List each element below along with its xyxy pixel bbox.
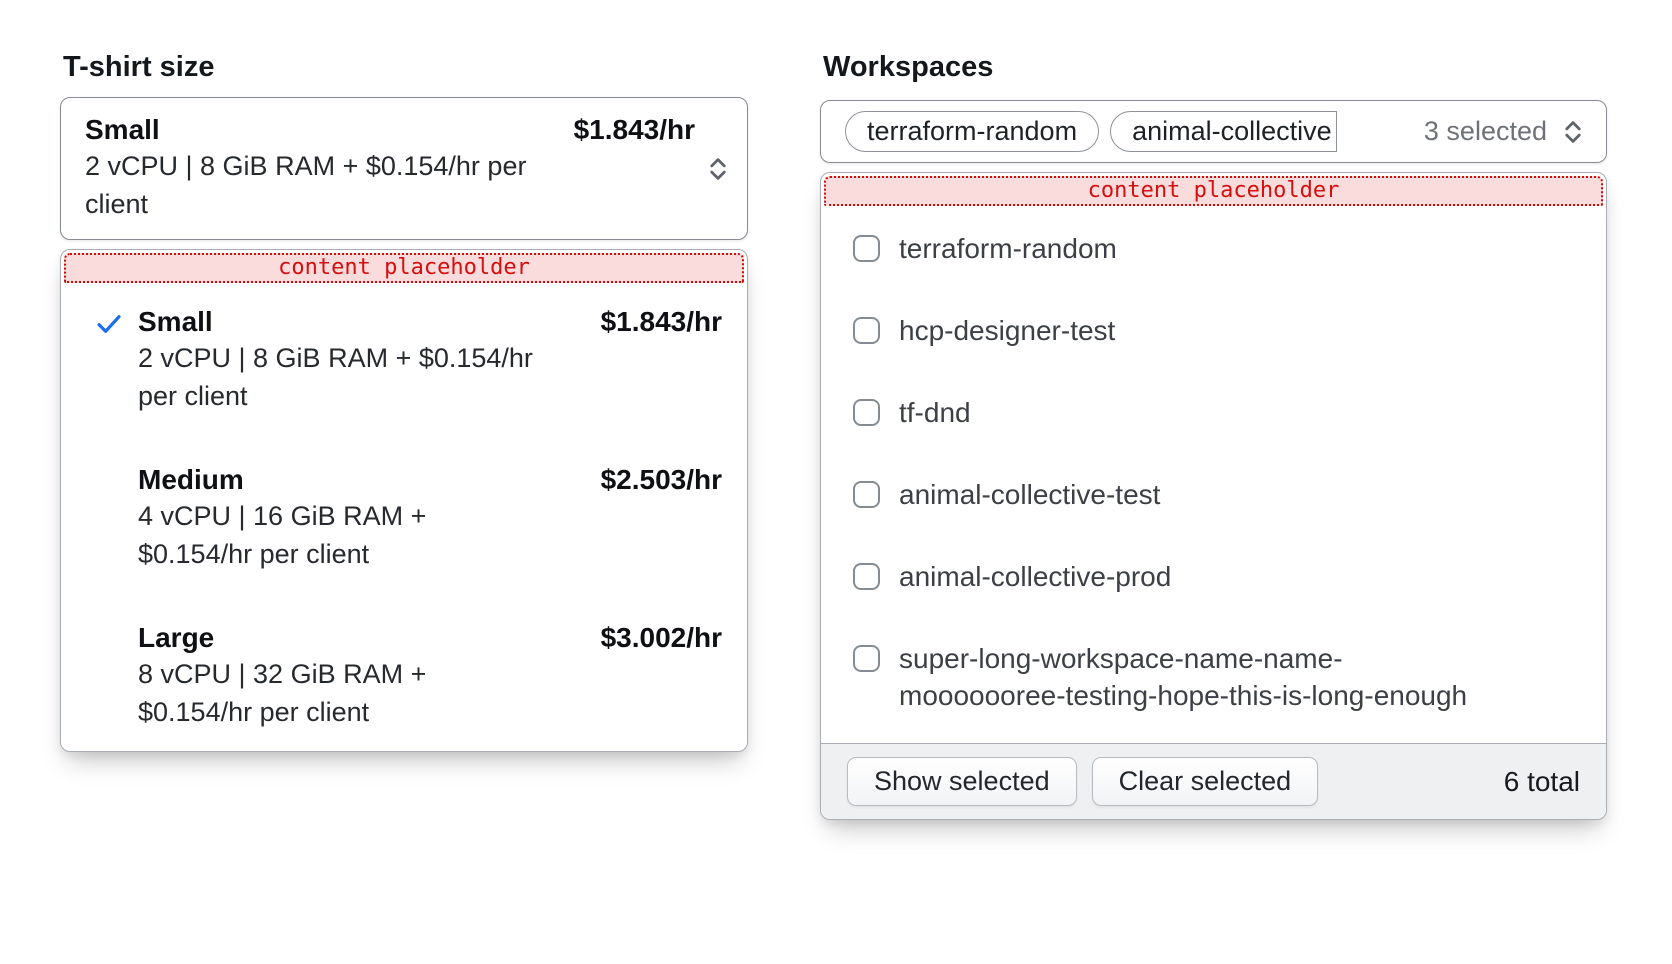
selected-size-title: Small (85, 113, 160, 147)
workspace-name: tf-dnd (899, 394, 971, 431)
option-description: 2 vCPU | 8 GiB RAM + $0.154/hr per clien… (138, 339, 538, 415)
size-options: Small $1.843/hr 2 vCPU | 8 GiB RAM + $0.… (61, 283, 747, 731)
workspace-name: animal-collective-test (899, 476, 1160, 513)
workspace-option-tf-dnd[interactable]: tf-dnd (853, 394, 1578, 431)
option-title: Small (138, 305, 213, 339)
size-option-medium[interactable]: Medium $2.503/hr 4 vCPU | 16 GiB RAM + $… (93, 463, 722, 573)
size-option-small[interactable]: Small $1.843/hr 2 vCPU | 8 GiB RAM + $0.… (93, 305, 722, 415)
tshirt-size-section: T-shirt size Small $1.843/hr 2 vCPU | 8 … (60, 50, 748, 752)
workspaces-footer: Show selected Clear selected 6 total (821, 743, 1606, 819)
caret-sort-icon (1558, 117, 1588, 147)
total-count: 6 total (1504, 766, 1580, 798)
option-price: $3.002/hr (601, 621, 722, 655)
workspaces-listbox: content placeholder terraform-random hcp… (820, 172, 1607, 820)
selected-count: 3 selected (1424, 116, 1547, 147)
option-body: Small $1.843/hr 2 vCPU | 8 GiB RAM + $0.… (138, 305, 722, 415)
workspace-option-hcp-designer-test[interactable]: hcp-designer-test (853, 312, 1578, 349)
checkbox[interactable] (853, 317, 880, 344)
checkbox[interactable] (853, 481, 880, 508)
option-price: $1.843/hr (601, 305, 722, 339)
option-description: 8 vCPU | 32 GiB RAM + $0.154/hr per clie… (138, 655, 538, 731)
content-placeholder-banner: content placeholder (64, 253, 744, 283)
workspaces-section: Workspaces terraform-random animal-colle… (820, 50, 1607, 820)
tshirt-size-select-trigger[interactable]: Small $1.843/hr 2 vCPU | 8 GiB RAM + $0.… (60, 97, 748, 240)
workspace-option-animal-collective-prod[interactable]: animal-collective-prod (853, 558, 1578, 595)
option-price: $2.503/hr (601, 463, 722, 497)
selected-size-row: Small $1.843/hr (85, 113, 695, 147)
workspace-name: terraform-random (899, 230, 1117, 267)
check-spacer (93, 621, 138, 731)
workspace-name: hcp-designer-test (899, 312, 1115, 349)
selected-size-description: 2 vCPU | 8 GiB RAM + $0.154/hr per clien… (85, 147, 540, 223)
check-icon (93, 305, 138, 415)
option-description: 4 vCPU | 16 GiB RAM + $0.154/hr per clie… (138, 497, 538, 573)
workspace-name: animal-collective-prod (899, 558, 1171, 595)
option-body: Medium $2.503/hr 4 vCPU | 16 GiB RAM + $… (138, 463, 722, 573)
workspace-name: super-long-workspace-name-name- moooooor… (899, 640, 1467, 714)
checkbox[interactable] (853, 235, 880, 262)
checkbox[interactable] (853, 563, 880, 590)
option-title: Medium (138, 463, 244, 497)
workspace-option-super-long-workspace[interactable]: super-long-workspace-name-name- moooooor… (853, 640, 1578, 714)
tag-terraform-random[interactable]: terraform-random (845, 111, 1099, 152)
workspaces-label: Workspaces (823, 50, 1607, 84)
show-selected-button[interactable]: Show selected (847, 757, 1077, 806)
workspace-options: terraform-random hcp-designer-test tf-dn… (821, 206, 1606, 714)
workspaces-select-trigger[interactable]: terraform-random animal-collective 3 sel… (820, 100, 1607, 163)
clear-selected-button[interactable]: Clear selected (1092, 757, 1319, 806)
tshirt-size-listbox: content placeholder Small $1.843/hr 2 vC… (60, 249, 748, 752)
checkbox[interactable] (853, 645, 880, 672)
workspace-option-terraform-random[interactable]: terraform-random (853, 230, 1578, 267)
tshirt-size-label: T-shirt size (63, 50, 748, 84)
page: T-shirt size Small $1.843/hr 2 vCPU | 8 … (0, 0, 1672, 964)
checkbox[interactable] (853, 399, 880, 426)
content-placeholder-banner: content placeholder (824, 176, 1603, 206)
check-spacer (93, 463, 138, 573)
option-body: Large $3.002/hr 8 vCPU | 32 GiB RAM + $0… (138, 621, 722, 731)
option-title: Large (138, 621, 214, 655)
workspace-option-animal-collective-test[interactable]: animal-collective-test (853, 476, 1578, 513)
selected-size-price: $1.843/hr (574, 113, 695, 147)
tag-animal-collective[interactable]: animal-collective (1110, 111, 1337, 152)
size-option-large[interactable]: Large $3.002/hr 8 vCPU | 32 GiB RAM + $0… (93, 621, 722, 731)
caret-sort-icon (703, 154, 733, 184)
